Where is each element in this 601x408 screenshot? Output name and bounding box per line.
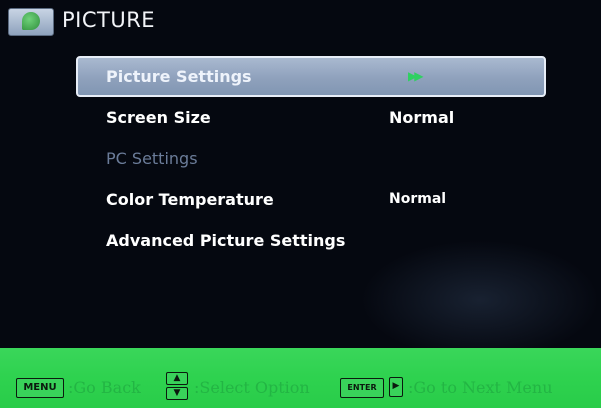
menu-header: PICTURE: [0, 0, 601, 42]
menu-item-advanced-picture-settings[interactable]: Advanced Picture Settings: [76, 220, 546, 261]
submenu-arrow-icon: ▶▶: [408, 69, 424, 83]
menu-item-label: Color Temperature: [106, 190, 274, 209]
right-arrow-icon: ▶: [389, 377, 403, 397]
key-hint-bar: MENU :Go Back ▲ ▼ :Select Option ENTER ▶…: [0, 348, 601, 408]
up-down-key-icon: ▲ ▼: [166, 372, 188, 400]
go-back-hint: :Go Back: [68, 378, 141, 397]
menu-item-pc-settings: PC Settings: [76, 138, 546, 179]
menu-item-screen-size[interactable]: Screen Size Normal: [76, 97, 546, 138]
select-option-hint: :Select Option: [194, 378, 310, 397]
enter-key-icon: ENTER: [340, 378, 384, 398]
picture-menu-icon: [8, 8, 54, 36]
next-menu-hint: :Go to Next Menu: [408, 378, 553, 397]
menu-key-icon: MENU: [16, 378, 64, 398]
menu-item-color-temperature[interactable]: Color Temperature Normal: [76, 179, 546, 220]
menu-item-label: PC Settings: [106, 149, 198, 168]
menu-item-label: Advanced Picture Settings: [106, 231, 346, 250]
down-arrow-icon: ▼: [166, 387, 188, 400]
tv-osd-screen: PICTURE Picture Settings ▶▶ Screen Size …: [0, 0, 601, 408]
picture-menu-list: Picture Settings ▶▶ Screen Size Normal P…: [76, 56, 546, 261]
menu-item-label: Screen Size: [106, 108, 211, 127]
menu-item-value: Normal: [389, 191, 447, 207]
menu-item-label: Picture Settings: [106, 67, 252, 86]
page-title: PICTURE: [62, 8, 156, 32]
menu-item-value: Normal: [389, 108, 455, 127]
menu-item-picture-settings[interactable]: Picture Settings ▶▶: [76, 56, 546, 97]
up-arrow-icon: ▲: [166, 372, 188, 385]
